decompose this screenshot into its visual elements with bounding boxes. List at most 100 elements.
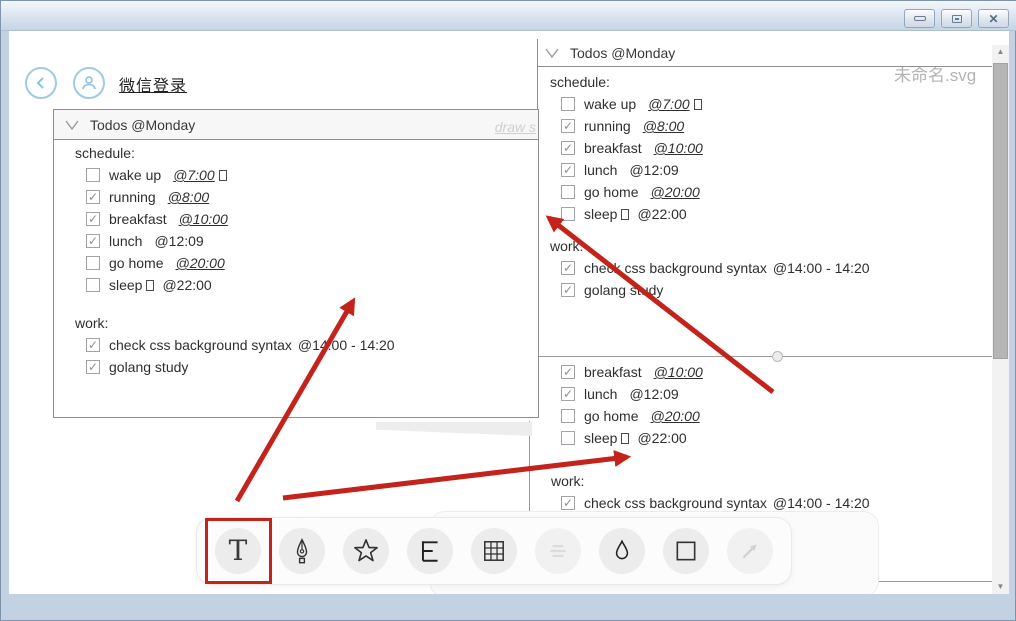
checkbox[interactable] [86,278,100,292]
scroll-up-arrow[interactable]: ▲ [992,45,1009,59]
todo-label: golang study [109,359,189,375]
maximize-button[interactable] [941,9,972,28]
todo-label: go home [584,408,639,424]
maximize-icon [951,14,962,23]
todo-label: lunch [109,233,143,249]
checkbox[interactable]: ✓ [561,163,575,177]
tool-palette: T [196,517,792,585]
align-lines-tool-button[interactable] [535,528,581,574]
checkbox[interactable]: ✓ [561,365,575,379]
todo-label: lunch [584,386,618,402]
todo-label: wake up [584,96,637,112]
todo-label: sleep [584,206,618,222]
todo-label: breakfast [109,211,167,227]
user-button[interactable] [73,67,105,99]
resize-handle-circle[interactable] [772,351,783,362]
close-button[interactable]: ✕ [978,9,1009,28]
todo-row: ✓ lunch @12:09 [529,383,999,405]
e-stroke-icon [421,541,438,562]
todo-label: sleep [584,430,618,446]
rectangle-tool-button[interactable] [663,528,709,574]
todo-row: ✓ breakfast @10:00 [529,361,999,383]
scroll-down-arrow[interactable]: ▼ [992,580,1009,594]
minimize-icon [913,16,926,21]
section-heading: schedule: [75,145,135,161]
todo-time: @22:00 [162,277,212,293]
todo-time: @10:00 [653,140,703,156]
vertical-scrollbar[interactable]: ▲ ▼ [992,45,1009,594]
todo-label: lunch [584,162,618,178]
todo-time: @7:00 [648,96,705,112]
todo-time: @14:00 - 14:20 [772,495,870,511]
todo-label: go home [584,184,639,200]
panel-title: Todos @Monday [90,116,196,133]
todo-time: @12:09 [154,233,204,249]
checkbox[interactable]: ✓ [561,141,575,155]
pen-tool-button[interactable] [279,528,325,574]
checkbox[interactable]: ✓ [561,283,575,297]
todo-time: @12:09 [629,162,679,178]
todo-panel-right[interactable]: Todos @Monday schedule: wake up @7:00 ✓ ru… [537,39,999,356]
panel-header[interactable]: Todos @Monday [538,39,999,67]
todo-panel-left[interactable]: Todos @Monday draw s schedule: wake up @7… [53,109,539,418]
todo-label: running [584,118,631,134]
checkbox[interactable] [561,409,575,423]
drawing-canvas[interactable]: 微信登录 未命名.svg Todos @Monday schedule: wak… [9,31,1009,594]
todo-row: ✓ lunch @12:09 [550,159,999,181]
checkbox[interactable] [561,185,575,199]
todo-time: @12:09 [629,386,679,402]
checkbox[interactable]: ✓ [561,387,575,401]
todo-time: @14:00 - 14:20 [772,260,870,276]
checkbox[interactable] [86,168,100,182]
checkbox[interactable]: ✓ [86,190,100,204]
todo-label: breakfast [584,364,642,380]
todo-row: sleep @22:00 [529,427,999,449]
todo-label: go home [109,255,164,271]
line-arrow-icon [742,544,757,559]
line-arrow-tool-button[interactable] [727,528,773,574]
chevron-left-icon [36,77,44,89]
todo-panel-bottom[interactable]: ✓ breakfast @10:00 ✓ lunch @12:09 go home @20… [529,358,999,536]
todo-row: sleep @22:00 [75,274,538,296]
selected-tool-highlight [205,518,272,584]
todo-time: @22:00 [637,430,687,446]
shadow-shape [376,422,532,436]
minimize-button[interactable] [904,9,935,28]
todo-row: ✓ running @8:00 [550,115,999,137]
panel-title: Todos @Monday [570,44,676,61]
checkbox[interactable] [86,256,100,270]
droplet-icon [615,539,629,560]
todo-label: breakfast [584,140,642,156]
todo-row: go home @20:00 [550,181,999,203]
chevron-down-icon [65,120,79,130]
vertical-scroll-thumb[interactable] [993,63,1008,359]
missing-glyph-box [146,279,155,291]
checkbox[interactable]: ✓ [86,234,100,248]
todo-time: @22:00 [637,206,687,222]
user-icon [82,76,96,90]
todo-time: @8:00 [167,189,210,205]
checkbox[interactable] [561,207,575,221]
todo-time: @20:00 [650,184,700,200]
todo-row: sleep @22:00 [550,203,999,225]
checkbox[interactable]: ✓ [86,360,100,374]
checkbox[interactable] [561,431,575,445]
todo-row: ✓ breakfast @10:00 [75,208,538,230]
star-tool-button[interactable] [343,528,389,574]
todo-label: running [109,189,156,205]
panel-header[interactable]: Todos @Monday draw s [54,110,538,140]
checkbox[interactable]: ✓ [561,496,575,510]
pen-nib-icon [296,538,308,564]
back-button[interactable] [25,67,57,99]
todo-row: go home @20:00 [75,252,538,274]
checkbox[interactable]: ✓ [561,119,575,133]
stroke-tool-button[interactable] [407,528,453,574]
wechat-login-link[interactable]: 微信登录 [119,72,187,96]
checkbox[interactable]: ✓ [86,212,100,226]
droplet-tool-button[interactable] [599,528,645,574]
grid-tool-button[interactable] [471,528,517,574]
checkbox[interactable]: ✓ [561,261,575,275]
checkbox[interactable]: ✓ [86,338,100,352]
checkbox[interactable] [561,97,575,111]
missing-glyph-box [621,432,630,444]
